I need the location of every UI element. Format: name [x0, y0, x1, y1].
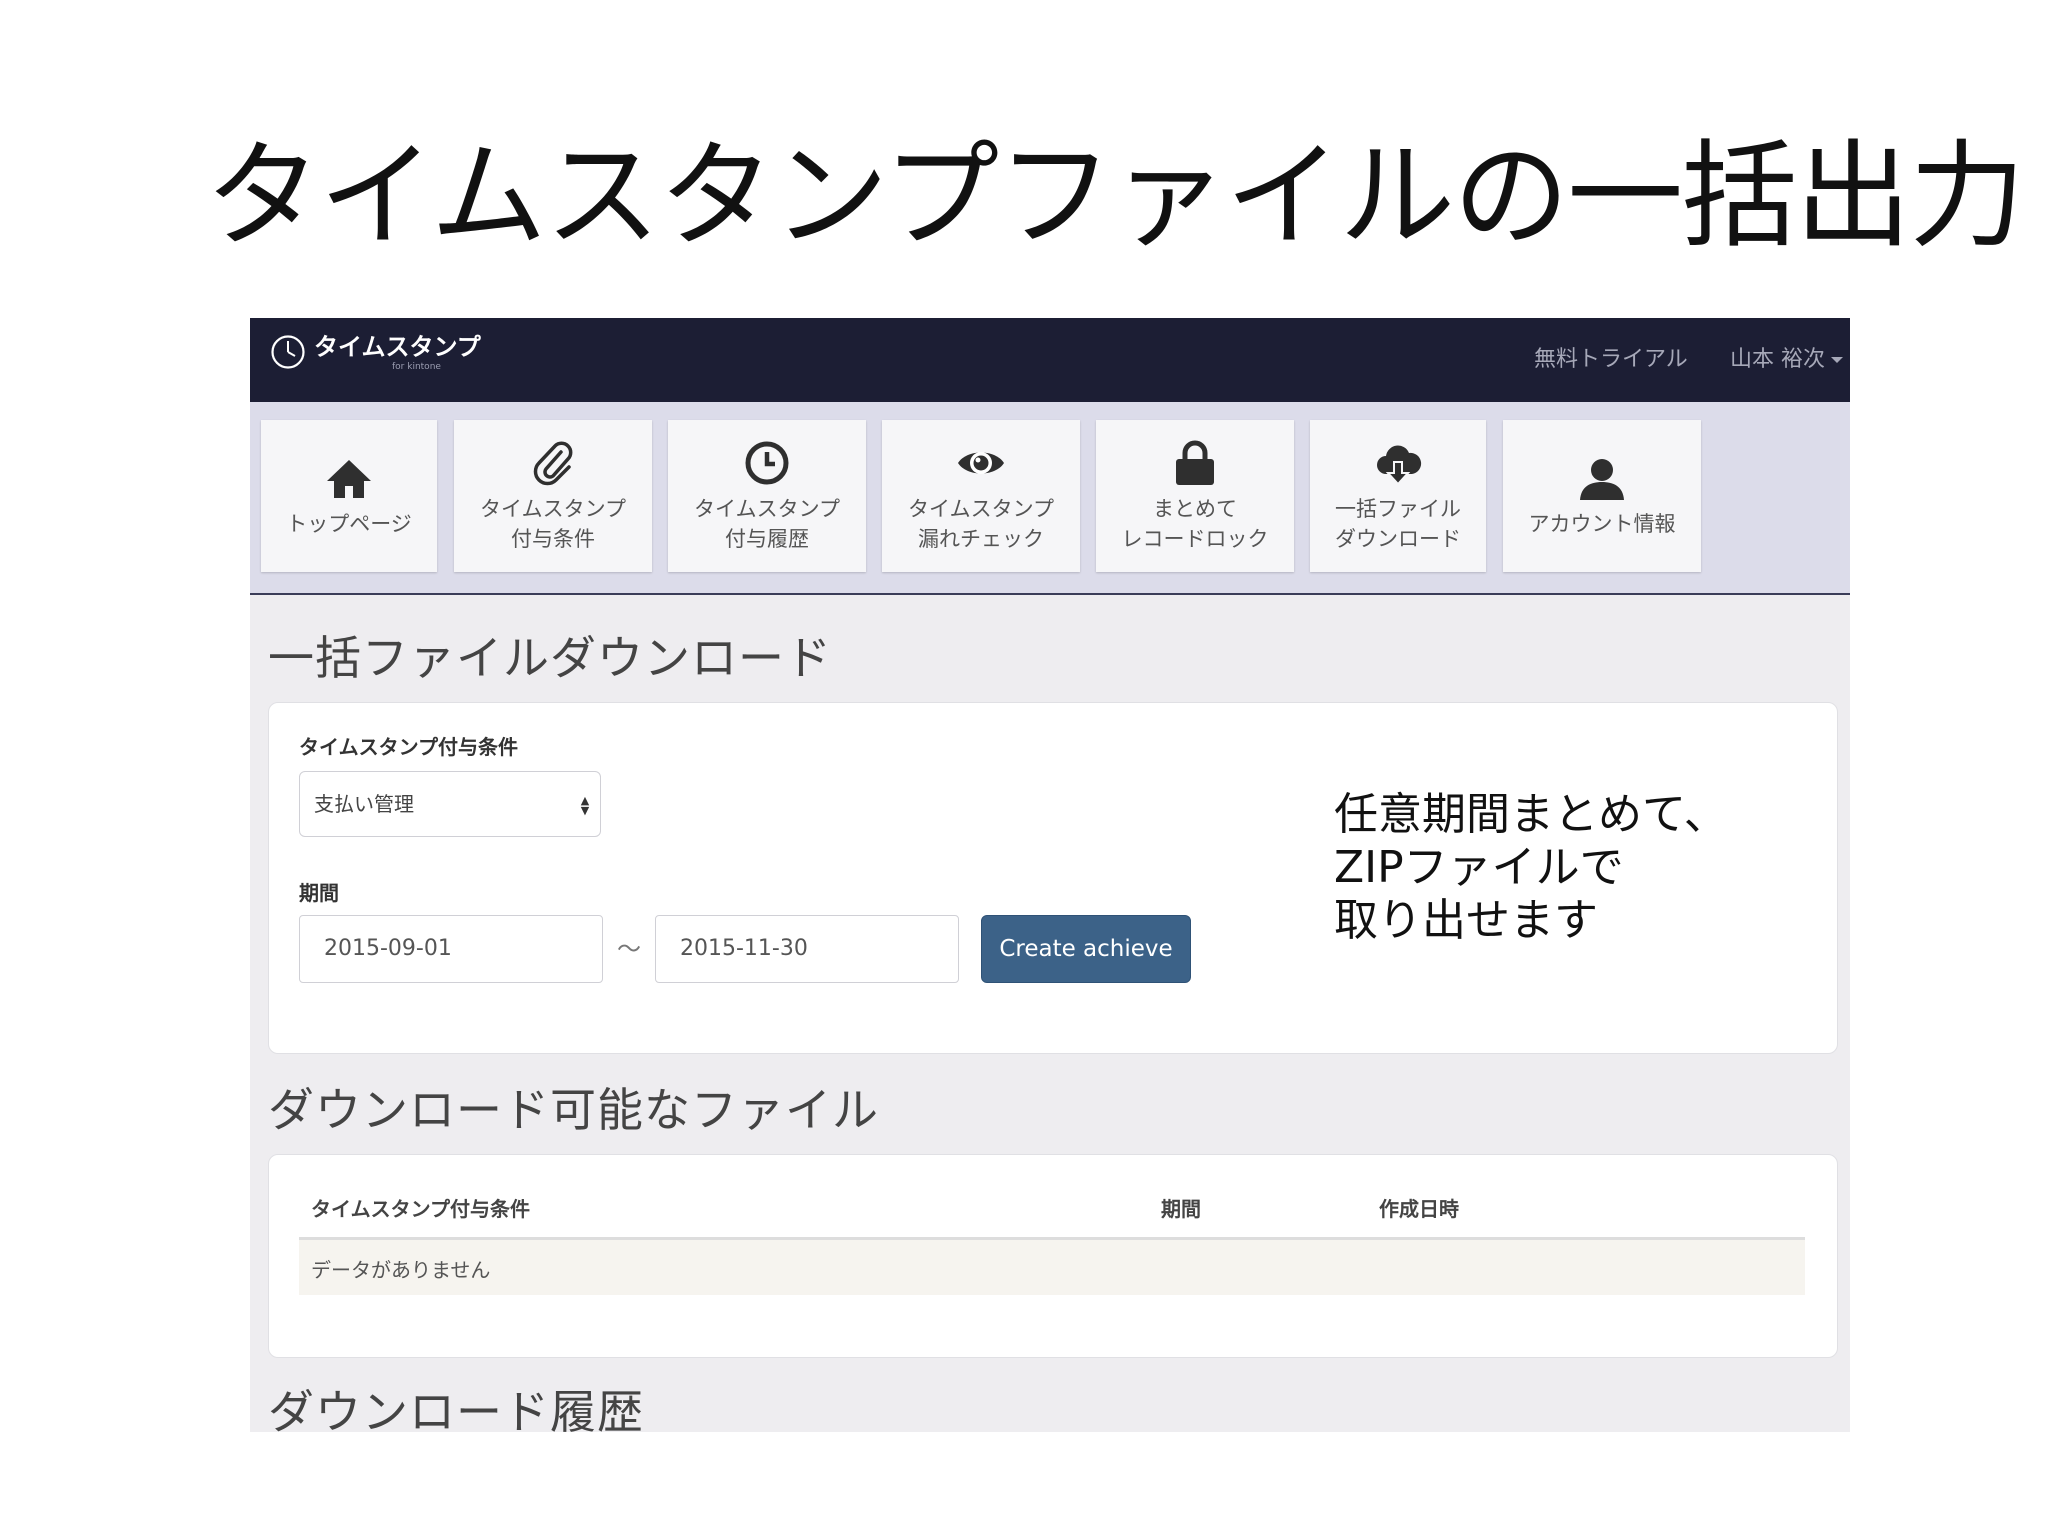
callout-annotation: 任意期間まとめて、 ZIPファイルで 取り出せます — [1334, 788, 1728, 947]
bulk-download-heading: 一括ファイルダウンロード — [268, 631, 832, 685]
table-row: データがありません — [299, 1240, 1805, 1295]
feature-menu: トップページ タイムスタンプ 付与条件 タイムスタンプ 付与履歴 タイムスタンプ… — [250, 402, 1850, 595]
menu-tile-label: レコードロック — [1121, 527, 1269, 551]
condition-select[interactable]: 支払い管理 ▲ ▼ — [299, 771, 601, 837]
period-start-input[interactable]: 2015-09-01 — [299, 915, 603, 983]
menu-tile-label: 付与履歴 — [725, 527, 809, 551]
period-end-input[interactable]: 2015-11-30 — [655, 915, 959, 983]
menu-tile-bulk-download[interactable]: 一括ファイル ダウンロード — [1310, 420, 1486, 572]
user-name: 山本 裕次 — [1730, 347, 1825, 372]
lock-icon — [1170, 438, 1220, 488]
condition-select-value: 支払い管理 — [314, 792, 414, 816]
annotation-line: ZIPファイルで — [1334, 842, 1624, 893]
menu-tile-label: タイムスタンプ — [694, 497, 840, 521]
menu-tile-label: アカウント情報 — [1528, 512, 1676, 536]
annotation-line: 任意期間まとめて、 — [1334, 789, 1728, 840]
available-files-panel: タイムスタンプ付与条件 期間 作成日時 データがありません — [268, 1154, 1838, 1358]
caret-down-icon — [1831, 357, 1843, 363]
menu-tile-label: タイムスタンプ — [480, 497, 626, 521]
menu-tile-label: タイムスタンプ — [908, 497, 1054, 521]
period-separator: 〜 — [617, 935, 641, 963]
clock-logo-icon — [270, 334, 306, 370]
create-archive-button[interactable]: Create achieve — [981, 915, 1191, 983]
column-header-created: 作成日時 — [1379, 1197, 1459, 1221]
period-label: 期間 — [299, 881, 339, 905]
column-header-period: 期間 — [1161, 1197, 1201, 1221]
available-files-heading: ダウンロード可能なファイル — [268, 1083, 879, 1137]
menu-tile-label: 一括ファイル — [1335, 497, 1461, 521]
select-arrows-icon: ▲ ▼ — [580, 794, 590, 817]
menu-tile-label: ダウンロード — [1335, 527, 1461, 551]
eye-icon — [956, 438, 1006, 488]
logo-subtext: for kintone — [392, 362, 441, 372]
app-logo[interactable]: タイムスタンプ for kintone — [270, 332, 481, 372]
annotation-line: 取り出せます — [1334, 895, 1598, 946]
logo-name: タイムスタンプ — [314, 333, 481, 361]
menu-tile-record-lock[interactable]: まとめて レコードロック — [1096, 420, 1294, 572]
menu-tile-label: まとめて — [1153, 497, 1237, 521]
user-menu[interactable]: 山本 裕次 — [1730, 346, 1843, 374]
cloud-download-icon — [1373, 438, 1423, 488]
menu-tile-account-info[interactable]: アカウント情報 — [1503, 420, 1701, 572]
free-trial-link[interactable]: 無料トライアル — [1534, 346, 1688, 374]
menu-tile-top-page[interactable]: トップページ — [261, 420, 437, 572]
menu-tile-missing-check[interactable]: タイムスタンプ 漏れチェック — [882, 420, 1080, 572]
home-icon — [324, 453, 374, 503]
user-icon — [1577, 453, 1627, 503]
clock-icon — [742, 438, 792, 488]
top-navbar: タイムスタンプ for kintone 無料トライアル 山本 裕次 — [250, 318, 1850, 402]
empty-message: データがありません — [311, 1258, 491, 1282]
menu-tile-label: 漏れチェック — [918, 527, 1044, 551]
menu-tile-stamp-history[interactable]: タイムスタンプ 付与履歴 — [668, 420, 866, 572]
paperclip-icon — [528, 438, 578, 488]
column-header-condition: タイムスタンプ付与条件 — [311, 1197, 530, 1221]
slide-title: タイムスタンプファイルの一括出力 — [205, 129, 2025, 264]
condition-label: タイムスタンプ付与条件 — [299, 735, 518, 759]
menu-tile-stamp-conditions[interactable]: タイムスタンプ 付与条件 — [454, 420, 652, 572]
download-history-heading: ダウンロード履歴 — [268, 1385, 644, 1432]
menu-tile-label: トップページ — [286, 512, 412, 536]
menu-tile-label: 付与条件 — [511, 527, 595, 551]
